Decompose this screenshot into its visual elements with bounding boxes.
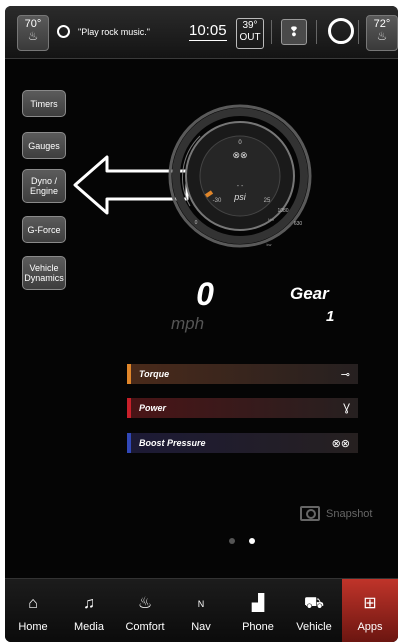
gauge-center-value: - - [237, 183, 244, 190]
car-icon: ⛟ [303, 595, 325, 612]
alert-icon: ❢ [288, 24, 300, 39]
nav-nav[interactable]: N Nav [173, 579, 229, 642]
nav-label: Vehicle [296, 621, 332, 633]
speed-value: 0 [196, 276, 214, 312]
voice-assist-button[interactable] [328, 18, 354, 44]
wrench-icon: ⊸ [340, 368, 350, 381]
menu-gauges[interactable]: Gauges [22, 132, 66, 159]
snapshot-label: Snapshot [326, 507, 373, 520]
turbo-icon: ⊗⊗ [331, 437, 350, 450]
engine-icon: Ɣ [343, 402, 350, 414]
nav-label: Media [74, 621, 104, 633]
nav-label: Apps [357, 621, 383, 633]
voice-hint-text: "Play rock music." [78, 26, 150, 37]
gauge-tick-neg: -30 [213, 198, 222, 204]
nav-label: Phone [242, 621, 274, 633]
gauge-rpm-1: 1080 [277, 208, 288, 214]
boost-gauge: 0 ⊗⊗ - - psi -30 25 1080 630 Nm kw 0 [168, 104, 312, 248]
metric-torque[interactable]: Torque ⊸ [127, 364, 358, 384]
gear-label: Gear [290, 284, 329, 303]
gauge-unit: psi [233, 192, 247, 202]
voice-icon [57, 25, 70, 38]
metric-label: Torque [139, 369, 170, 379]
clock: 10:05 [189, 22, 227, 41]
uconnect-screen: 70° ♨ "Play rock music." 10:05 39° OUT ❢… [5, 6, 398, 642]
metric-label: Power [139, 403, 167, 413]
nav-label: Home [18, 621, 48, 633]
gear-value: 1 [326, 308, 335, 325]
menu-g-force[interactable]: G-Force [22, 216, 66, 243]
bottom-nav: ⌂ Home ♫ Media ♨ Comfort N Nav ▟ Phone ⛟ Vehicle ⊞ Ap… [5, 578, 398, 642]
divider [316, 20, 317, 44]
nav-phone[interactable]: ▟ Phone [230, 579, 286, 642]
outside-temp-label: OUT [239, 32, 261, 43]
nav-label: Comfort [125, 621, 165, 633]
turbo-icon: ⊗⊗ [232, 150, 247, 160]
gauge-rpm-2: 630 [294, 221, 303, 227]
gauge-kw-label: kw [267, 242, 272, 247]
nav-vehicle[interactable]: ⛟ Vehicle [286, 579, 342, 642]
driver-climate-button[interactable]: 70° ♨ [17, 15, 49, 51]
voice-hint[interactable]: "Play rock music." [57, 25, 150, 38]
speed-unit: mph [171, 314, 205, 333]
notification-button[interactable]: ❢ [281, 19, 307, 45]
page-dot-active[interactable] [249, 538, 255, 544]
seat-icon: ♨ [137, 595, 153, 612]
nav-home[interactable]: ⌂ Home [5, 579, 61, 642]
music-note-icon: ♫ [83, 595, 95, 612]
compass-icon: N [197, 599, 205, 609]
status-bar: 70° ♨ "Play rock music." 10:05 39° OUT ❢… [5, 6, 398, 59]
heated-seat-icon: ♨ [376, 29, 388, 43]
nav-apps[interactable]: ⊞ Apps [342, 579, 398, 642]
page-dot[interactable] [229, 538, 235, 544]
metric-boost-pressure[interactable]: Boost Pressure ⊗⊗ [127, 433, 358, 453]
divider [271, 20, 272, 44]
nav-label: Nav [191, 621, 211, 633]
home-icon: ⌂ [28, 595, 38, 612]
menu-timers[interactable]: Timers [22, 90, 66, 117]
nav-comfort[interactable]: ♨ Comfort [117, 579, 173, 642]
passenger-climate-button[interactable]: 72° ♨ [366, 15, 398, 51]
gauge-nm-label: Nm [268, 217, 275, 222]
divider [358, 20, 359, 44]
metric-power[interactable]: Power Ɣ [127, 398, 358, 418]
outside-temp-value: 39° [242, 20, 258, 31]
metric-label: Boost Pressure [139, 438, 206, 448]
apps-grid-icon: ⊞ [363, 595, 377, 612]
nav-media[interactable]: ♫ Media [61, 579, 117, 642]
menu-dyno-engine[interactable]: Dyno / Engine [22, 169, 66, 203]
gauge-zero-tick: 0 [195, 220, 198, 226]
heated-seat-icon: ♨ [27, 29, 39, 43]
snapshot-button[interactable]: Snapshot [300, 506, 372, 521]
gauge-tick-pos: 25 [264, 198, 271, 204]
phone-signal-icon: ▟ [251, 595, 265, 612]
outside-temp: 39° OUT [236, 18, 264, 49]
camera-icon [300, 506, 320, 521]
menu-vehicle-dynamics[interactable]: Vehicle Dynamics [22, 256, 66, 290]
